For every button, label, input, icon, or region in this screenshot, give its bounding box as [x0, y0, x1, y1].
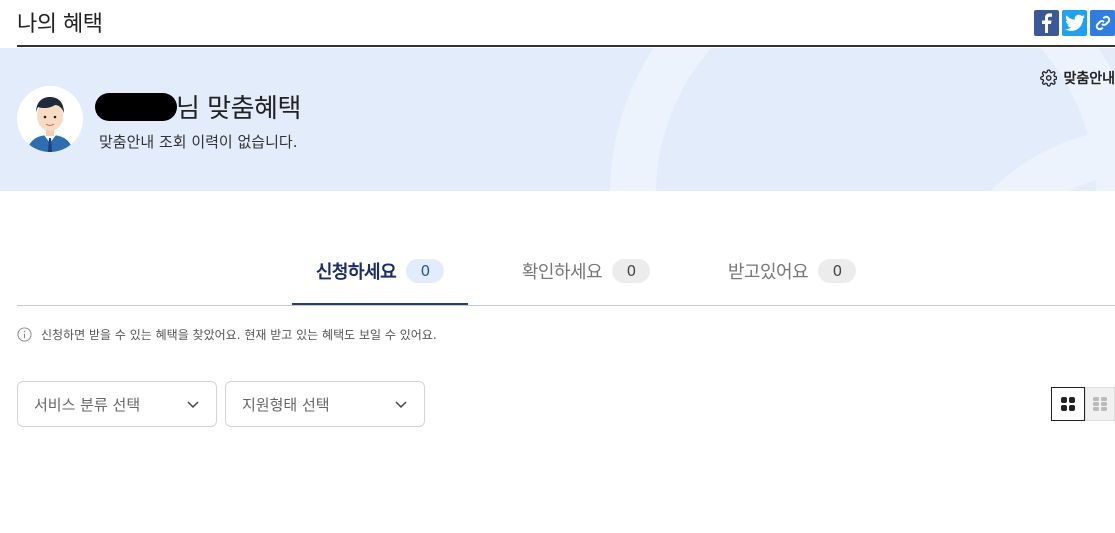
title-divider — [17, 45, 1115, 47]
grid-view-button[interactable] — [1051, 387, 1085, 421]
tab-count: 0 — [612, 259, 651, 283]
info-text: 신청하면 받을 수 있는 혜택을 찾았어요. 현재 받고 있는 혜택도 보일 수… — [41, 328, 437, 342]
settings-label: 맞춤안내 — [1063, 71, 1115, 87]
link-icon[interactable] — [1090, 10, 1115, 36]
avatar — [17, 86, 83, 152]
tab-label: 확인하세요 — [521, 262, 603, 283]
tab-receiving[interactable]: 받고있어요 0 — [707, 238, 877, 304]
view-toggle — [1051, 387, 1115, 421]
tab-count: 0 — [818, 259, 857, 283]
share-buttons — [1034, 10, 1115, 36]
chevron-down-icon — [187, 401, 199, 409]
redacted-user-name — [95, 93, 177, 121]
tab-label: 신청하세요 — [315, 262, 397, 283]
gear-icon — [1040, 69, 1058, 87]
twitter-icon[interactable] — [1062, 10, 1087, 36]
grid-icon — [1061, 397, 1075, 411]
list-grid-icon — [1093, 397, 1107, 411]
support-type-select[interactable]: 지원형태 선택 — [225, 381, 425, 427]
select-placeholder: 지원형태 선택 — [242, 395, 330, 414]
facebook-icon[interactable] — [1034, 10, 1059, 36]
chevron-down-icon — [395, 401, 407, 409]
tab-check[interactable]: 확인하세요 0 — [501, 238, 671, 304]
list-view-button[interactable] — [1085, 387, 1115, 421]
banner-title: 님 맞춤혜택 — [176, 94, 301, 124]
service-category-select[interactable]: 서비스 분류 선택 — [17, 381, 217, 427]
tab-label: 받고있어요 — [727, 262, 809, 283]
info-notice: 신청하면 받을 수 있는 혜택을 찾았어요. 현재 받고 있는 혜택도 보일 수… — [17, 326, 437, 343]
personalized-banner: 님 맞춤혜택 맞춤안내 조회 이력이 없습니다. 맞춤안내 — [0, 48, 1115, 191]
page-title: 나의 혜택 — [17, 12, 103, 37]
tab-apply[interactable]: 신청하세요 0 — [292, 238, 468, 305]
banner-subtitle: 맞춤안내 조회 이력이 없습니다. — [99, 133, 298, 151]
benefit-tabs: 신청하세요 0 확인하세요 0 받고있어요 0 — [17, 238, 1115, 306]
info-icon — [17, 327, 32, 342]
select-placeholder: 서비스 분류 선택 — [34, 395, 141, 414]
settings-button[interactable]: 맞춤안내 — [1040, 68, 1115, 88]
tab-count: 0 — [406, 259, 445, 283]
